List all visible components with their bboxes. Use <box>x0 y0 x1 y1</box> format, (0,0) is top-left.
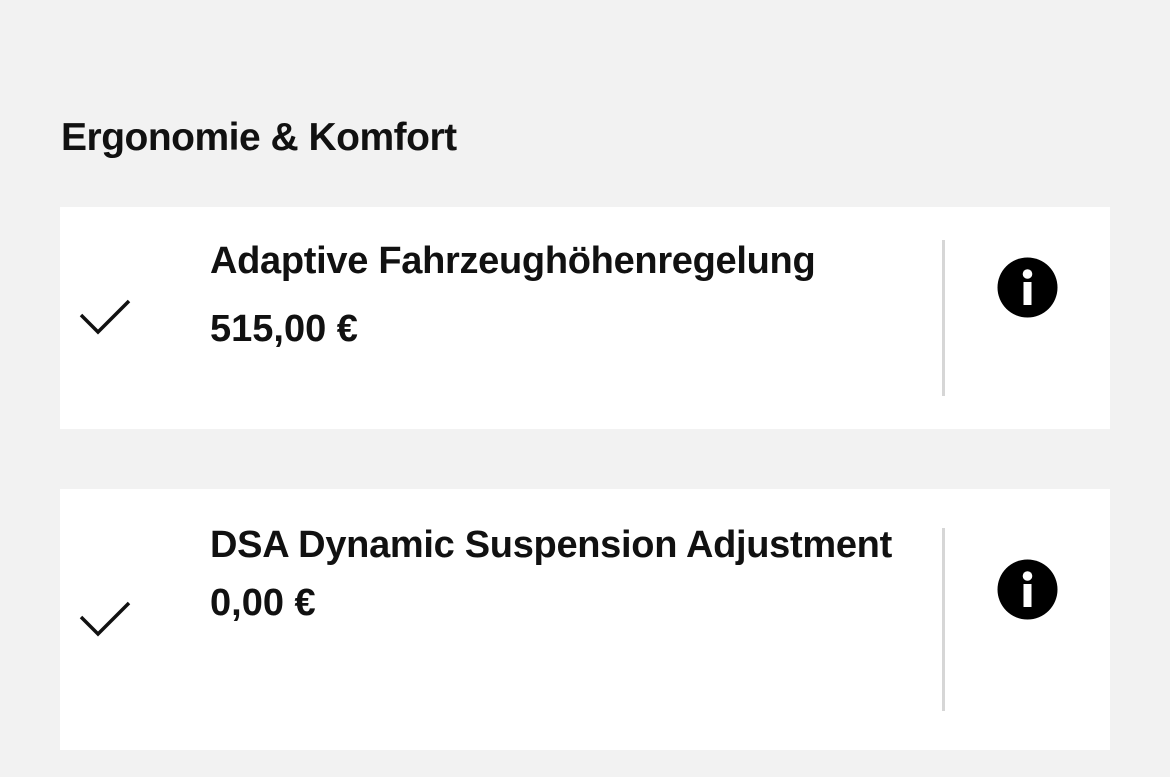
option-price: 515,00 € <box>210 308 358 350</box>
option-card-dsa[interactable]: DSA Dynamic Suspension Adjustment 0,00 € <box>60 489 1110 750</box>
option-card-adaptive-height[interactable]: Adaptive Fahrzeughöhenregelung 515,00 € <box>60 207 1110 429</box>
section-title: Ergonomie & Komfort <box>61 116 457 159</box>
checkmark-icon[interactable] <box>79 297 131 337</box>
option-title: Adaptive Fahrzeughöhenregelung <box>210 240 816 282</box>
info-icon <box>997 559 1058 620</box>
option-price: 0,00 € <box>210 582 316 624</box>
option-text: Adaptive Fahrzeughöhenregelung 515,00 € <box>210 237 910 353</box>
divider <box>942 528 945 711</box>
info-button[interactable] <box>997 559 1058 620</box>
checkmark-icon[interactable] <box>79 599 131 639</box>
info-icon <box>997 257 1058 318</box>
divider <box>942 240 945 396</box>
info-button[interactable] <box>997 257 1058 318</box>
option-title: DSA Dynamic Suspension Adjustment <box>210 524 892 566</box>
option-text: DSA Dynamic Suspension Adjustment 0,00 € <box>210 521 910 627</box>
